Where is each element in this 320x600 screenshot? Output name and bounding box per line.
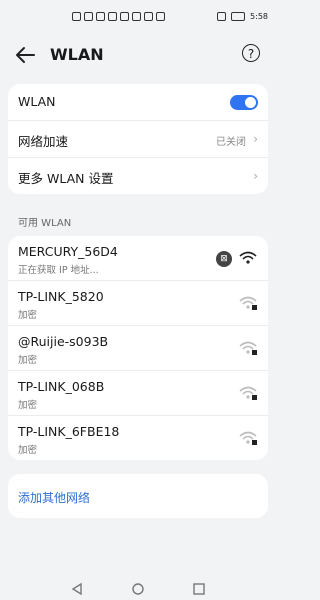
wlan-toggle-row[interactable]: WLAN	[8, 84, 268, 121]
settings-card: WLAN 网络加速 已关闭 › 更多 WLAN 设置 ›	[8, 84, 268, 194]
eye-icon	[217, 12, 227, 21]
header: WLAN ?	[0, 36, 276, 74]
more-settings-label: 更多 WLAN 设置	[18, 171, 114, 186]
help-circle-icon[interactable]: ?	[242, 44, 260, 62]
page-title: WLAN	[50, 45, 104, 64]
network-status: 加密	[18, 310, 38, 321]
network-item[interactable]: @Ruijie-s093B 加密	[8, 326, 268, 371]
hotspot-icon: ⊠	[216, 251, 232, 267]
status-bar: 5:58	[0, 0, 276, 36]
wifi-lock-icon	[239, 296, 257, 310]
network-item[interactable]: TP-LINK_6FBE18 加密	[8, 416, 268, 460]
cloud-icon	[144, 12, 153, 21]
chevron-right-icon: ›	[253, 169, 258, 183]
status-time: 5:58	[250, 12, 268, 21]
app-icon	[156, 12, 165, 21]
network-status: 加密	[18, 355, 38, 366]
status-left-icons	[72, 12, 165, 21]
signal-icon	[72, 12, 81, 21]
network-ssid: @Ruijie-s093B	[18, 334, 109, 349]
recents-square-icon[interactable]	[192, 582, 206, 596]
status-right-icons: 5:58	[217, 12, 268, 21]
network-status: 正在获取 IP 地址...	[18, 265, 99, 276]
network-ssid: TP-LINK_068B	[18, 379, 105, 394]
network-ssid: TP-LINK_5820	[18, 289, 104, 304]
network-status: 加密	[18, 445, 38, 456]
network-ssid: TP-LINK_6FBE18	[18, 424, 120, 439]
wifi-lock-icon	[239, 341, 257, 355]
data-icon	[96, 12, 105, 21]
network-item[interactable]: TP-LINK_068B 加密	[8, 371, 268, 416]
chat-icon	[132, 12, 141, 21]
network-ssid: MERCURY_56D4	[18, 244, 118, 259]
network-accelerate-row[interactable]: 网络加速 已关闭 ›	[8, 121, 268, 158]
network-item[interactable]: TP-LINK_5820 加密	[8, 281, 268, 326]
message-icon	[120, 12, 129, 21]
accelerate-value: 已关闭	[216, 137, 246, 148]
accelerate-label: 网络加速	[18, 134, 69, 149]
mail-icon	[108, 12, 117, 21]
back-triangle-icon[interactable]	[70, 582, 84, 596]
wifi-lock-icon	[239, 431, 257, 445]
networks-card: MERCURY_56D4 正在获取 IP 地址... ⊠ TP-LINK_582…	[8, 236, 268, 460]
home-circle-icon[interactable]	[131, 582, 145, 596]
network-status: 加密	[18, 400, 38, 411]
chevron-right-icon: ›	[253, 132, 258, 146]
more-wlan-settings-row[interactable]: 更多 WLAN 设置 ›	[8, 158, 268, 194]
network-item[interactable]: MERCURY_56D4 正在获取 IP 地址... ⊠	[8, 236, 268, 281]
add-network-label: 添加其他网络	[18, 491, 91, 505]
wlan-label: WLAN	[18, 94, 56, 109]
wifi-icon	[239, 251, 257, 264]
battery-icon	[231, 12, 246, 21]
signal-icon	[84, 12, 93, 21]
wifi-lock-icon	[239, 386, 257, 400]
wlan-toggle[interactable]	[230, 95, 258, 110]
back-arrow-icon[interactable]	[14, 45, 36, 65]
navigation-bar	[0, 576, 276, 600]
add-other-network-button[interactable]: 添加其他网络	[8, 474, 268, 518]
available-wlan-title: 可用 WLAN	[18, 218, 72, 229]
